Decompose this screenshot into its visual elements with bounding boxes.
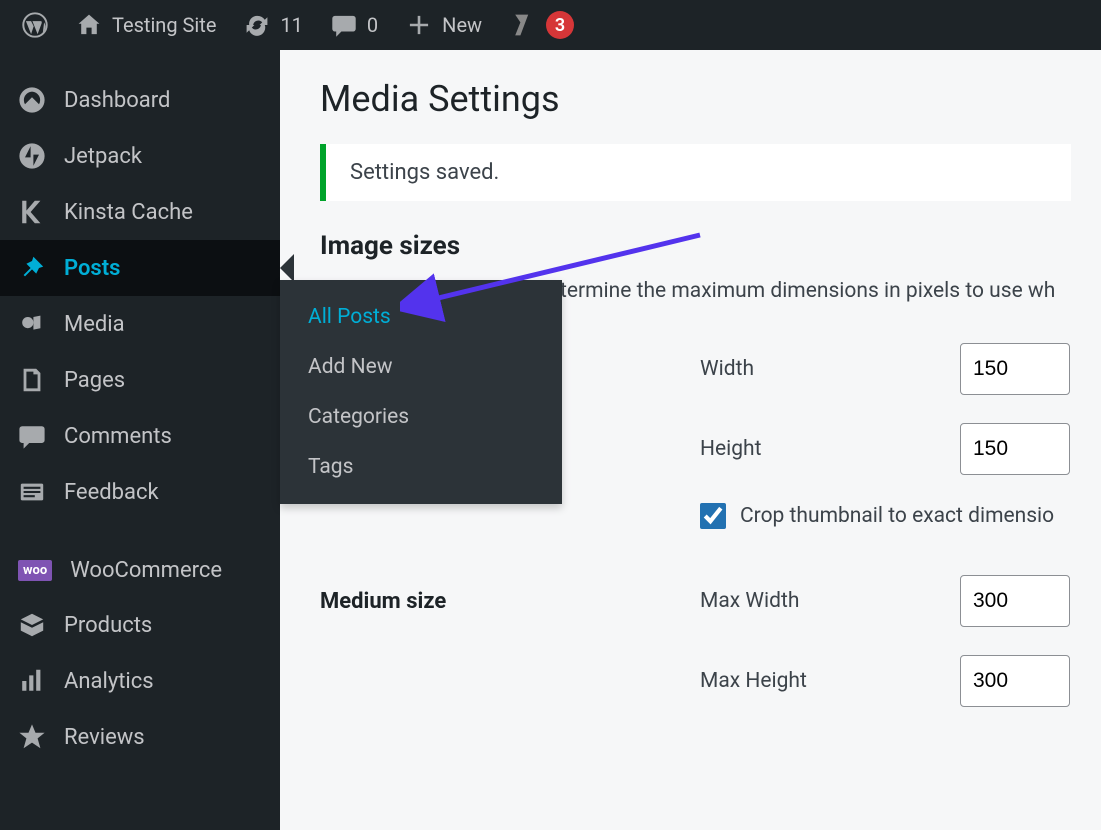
submenu-categories[interactable]: Categories [280,392,562,442]
comments-count: 0 [367,13,378,37]
medium-maxw-input[interactable] [960,575,1070,627]
sidebar-label: Comments [64,424,172,449]
feedback-icon [18,478,46,506]
thumb-width-input[interactable] [960,343,1070,395]
admin-bar: Testing Site 11 0 New 3 [0,0,1101,50]
home-icon [76,12,102,38]
sidebar-label: Analytics [64,669,154,694]
comment-icon [331,12,357,38]
medium-maxh-label: Max Height [700,669,960,693]
medium-maxw-label: Max Width [700,589,960,613]
sidebar-item-jetpack[interactable]: Jetpack [0,128,280,184]
jetpack-icon [18,142,46,170]
sidebar-item-comments[interactable]: Comments [0,408,280,464]
thumb-height-label: Height [700,437,960,461]
yoast-badge: 3 [546,11,574,39]
updates-count: 11 [280,13,302,37]
thumb-width-label: Width [700,357,960,381]
sidebar-item-products[interactable]: Products [0,597,280,653]
yoast-seo[interactable]: 3 [496,0,588,50]
medium-maxw-row: Medium size Max Width [320,575,1071,627]
analytics-icon [18,667,46,695]
admin-sidebar: Dashboard Jetpack Kinsta Cache Posts Med… [0,50,280,830]
sidebar-label: Dashboard [64,88,170,113]
pin-icon [18,254,46,282]
dashboard-icon [18,86,46,114]
sidebar-label: Feedback [64,480,159,505]
kinsta-icon [18,198,46,226]
thumb-crop-checkbox[interactable] [700,503,726,529]
comment-icon [18,422,46,450]
wp-logo[interactable] [8,0,62,50]
update-icon [244,12,270,38]
sidebar-item-woocommerce[interactable]: woo WooCommerce [0,544,280,597]
thumb-height-input[interactable] [960,423,1070,475]
site-title: Testing Site [112,13,216,37]
wordpress-icon [22,12,48,38]
image-sizes-heading: Image sizes [320,231,1071,261]
sidebar-label: Posts [64,256,120,281]
comments-link[interactable]: 0 [317,0,392,50]
submenu-tags[interactable]: Tags [280,442,562,492]
thumb-crop-row: Crop thumbnail to exact dimensio [700,503,1071,529]
site-name[interactable]: Testing Site [62,0,230,50]
sidebar-label: Pages [64,368,125,393]
sidebar-item-pages[interactable]: Pages [0,352,280,408]
new-content[interactable]: New [392,0,496,50]
yoast-icon [510,12,536,38]
new-label: New [442,13,482,37]
products-icon [18,611,46,639]
medium-size-heading: Medium size [320,589,700,614]
plus-icon [406,12,432,38]
sidebar-item-kinsta[interactable]: Kinsta Cache [0,184,280,240]
sidebar-label: WooCommerce [70,558,222,583]
sidebar-item-media[interactable]: Media [0,296,280,352]
page-title: Media Settings [320,78,1071,120]
pages-icon [18,366,46,394]
sidebar-item-posts[interactable]: Posts [0,240,280,296]
thumb-crop-label: Crop thumbnail to exact dimensio [740,504,1054,528]
sidebar-label: Kinsta Cache [64,200,193,225]
sidebar-item-feedback[interactable]: Feedback [0,464,280,520]
star-icon [18,723,46,751]
sidebar-label: Products [64,613,152,638]
sidebar-item-analytics[interactable]: Analytics [0,653,280,709]
medium-maxh-input[interactable] [960,655,1070,707]
sidebar-label: Reviews [64,725,145,750]
updates[interactable]: 11 [230,0,316,50]
sidebar-item-reviews[interactable]: Reviews [0,709,280,765]
media-icon [18,310,46,338]
posts-submenu: All Posts Add New Categories Tags [280,280,562,504]
settings-saved-notice: Settings saved. [320,144,1071,201]
medium-maxh-row: Max Height [320,655,1071,707]
sidebar-label: Jetpack [64,144,142,169]
sidebar-label: Media [64,312,125,337]
submenu-add-new[interactable]: Add New [280,342,562,392]
sidebar-item-dashboard[interactable]: Dashboard [0,72,280,128]
submenu-all-posts[interactable]: All Posts [280,292,562,342]
woo-icon: woo [18,560,52,581]
